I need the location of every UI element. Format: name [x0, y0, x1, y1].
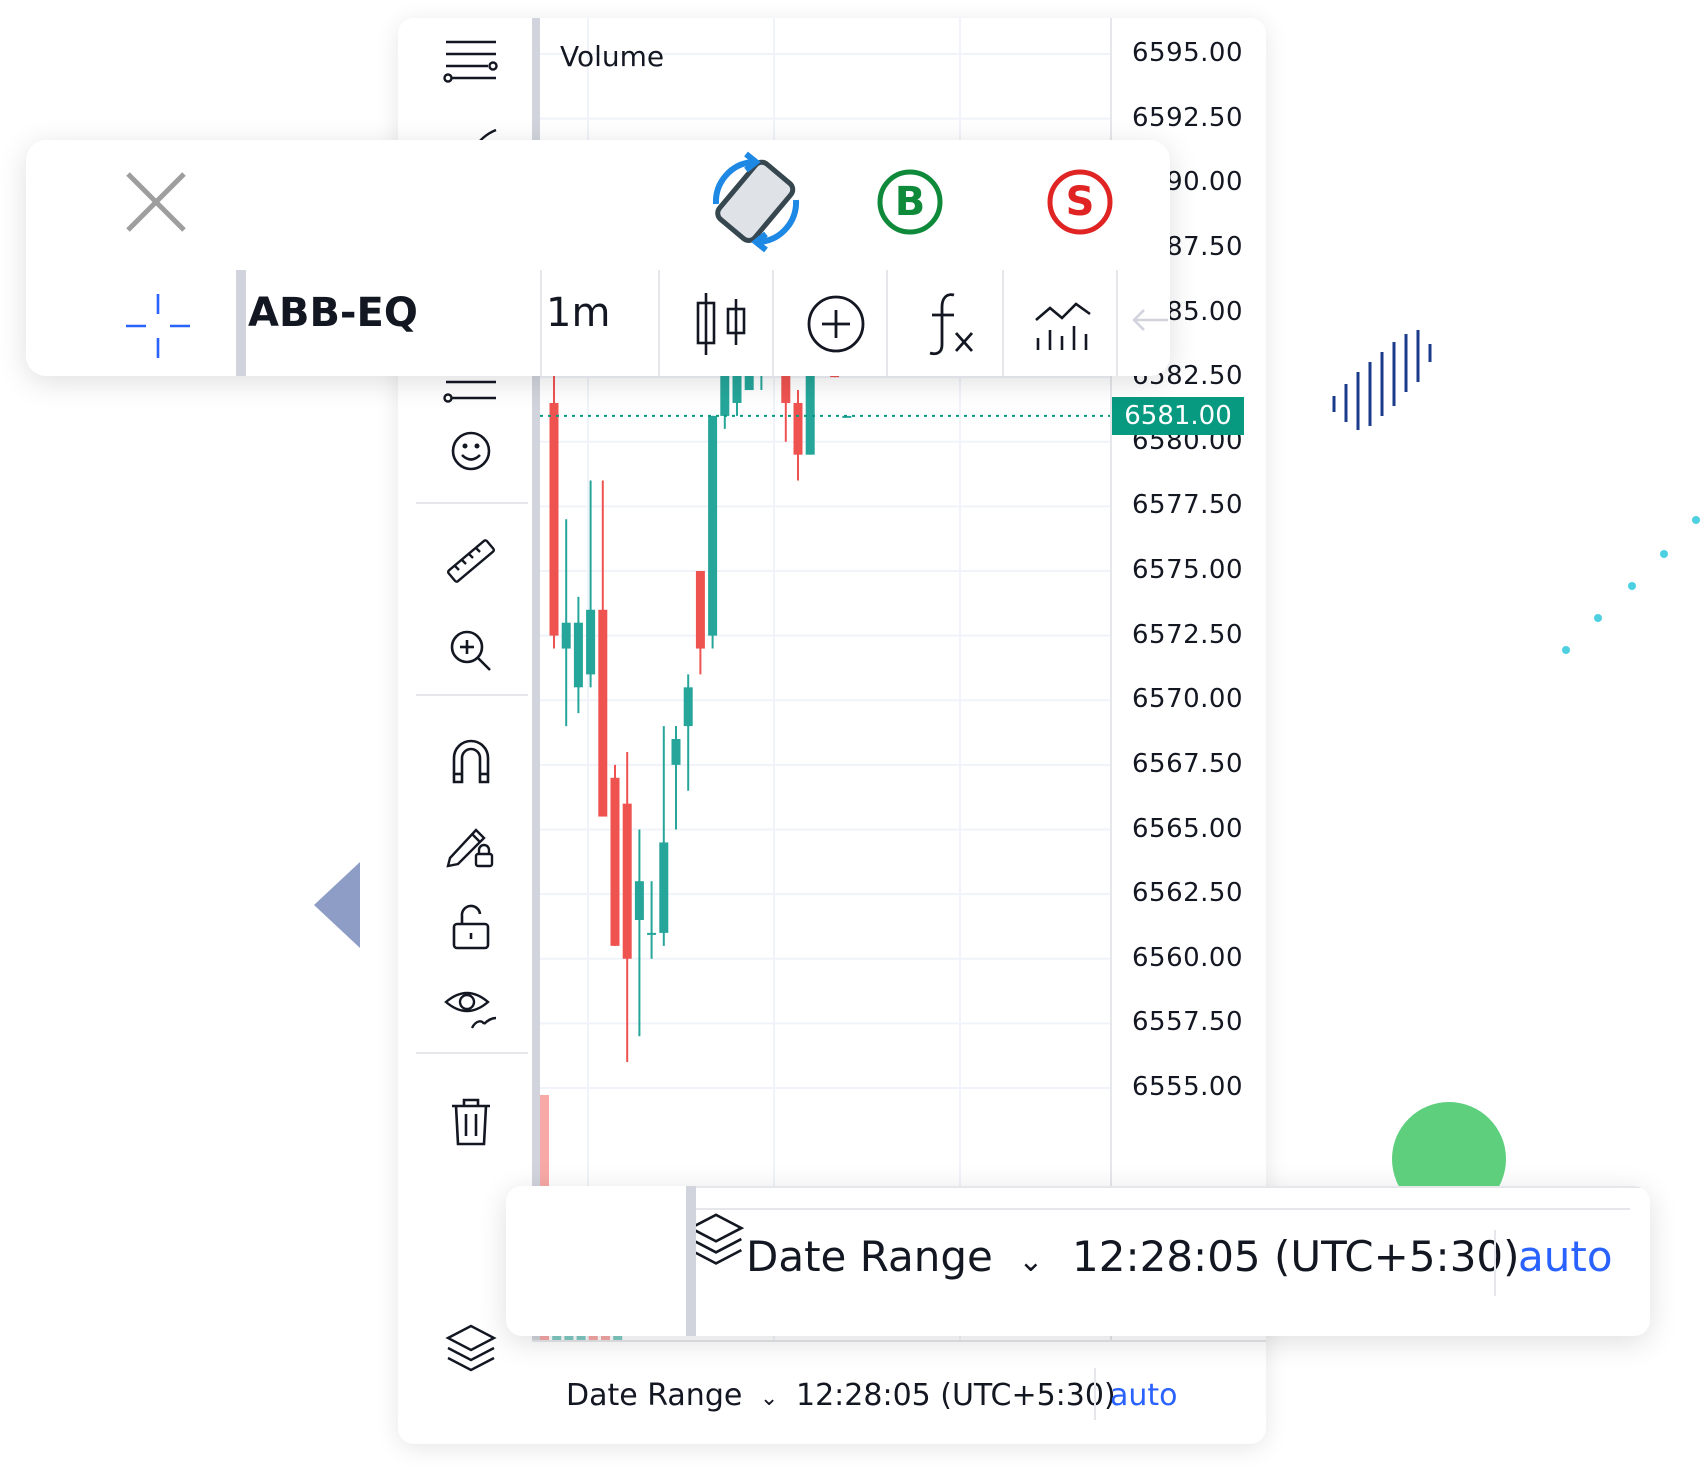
lines-tool-icon[interactable]	[438, 28, 504, 94]
candle-body	[647, 932, 657, 935]
ruler-icon[interactable]	[438, 528, 504, 594]
green-circle-decoration	[1392, 1102, 1506, 1186]
price-tick-label: 6562.50	[1132, 878, 1244, 909]
chevron-down-icon: ⌄	[759, 1386, 779, 1411]
bottom-bar-top-border	[686, 1208, 1630, 1210]
price-tick-label: 6572.50	[1132, 619, 1244, 650]
zoom-in-icon[interactable]	[438, 618, 504, 684]
clock-time: 12:28:05 (UTC+5:30)	[1072, 1232, 1520, 1281]
candle-body	[659, 842, 669, 933]
price-tick-label: 6565.00	[1132, 813, 1244, 844]
auto-scale-button[interactable]: auto	[1518, 1232, 1613, 1281]
lock-icon[interactable]	[438, 894, 504, 960]
stripe-decoration	[1332, 330, 1432, 430]
candle-body	[610, 777, 620, 946]
trash-icon[interactable]	[438, 1088, 504, 1154]
chart-templates-icon[interactable]	[1012, 282, 1116, 366]
candle-body	[793, 402, 803, 455]
floating-bottom-bar: Date Range ⌄ 12:28:05 (UTC+5:30) auto	[506, 1186, 1650, 1336]
candles-icon[interactable]	[670, 282, 774, 366]
chart-bottom-bar: Date Range ⌄ 12:28:05 (UTC+5:30) auto	[532, 1340, 1266, 1444]
candle-body	[561, 622, 571, 649]
price-tick-label: 6555.00	[1132, 1072, 1244, 1102]
date-range-label: Date Range	[746, 1232, 993, 1281]
date-range-label: Date Range	[566, 1378, 743, 1413]
candle-body	[549, 402, 559, 636]
bottom-bar-separator	[1094, 1368, 1096, 1420]
rotate-device-icon[interactable]	[700, 146, 812, 258]
price-tick-label: 6575.00	[1132, 555, 1244, 585]
symbol-button[interactable]: ABB-EQ	[248, 290, 418, 336]
emoji-icon[interactable]	[438, 418, 504, 484]
toolbar-divider	[686, 1186, 696, 1336]
auto-scale-button[interactable]: auto	[1110, 1378, 1178, 1413]
candle-body	[598, 609, 608, 817]
price-tick-label: 6577.50	[1132, 490, 1244, 521]
add-symbol-icon[interactable]	[784, 282, 888, 366]
sell-button[interactable]: S	[1040, 162, 1120, 242]
price-tick-label: 6567.50	[1132, 748, 1244, 779]
undo-icon[interactable]	[1130, 290, 1170, 350]
date-range-button[interactable]: Date Range ⌄	[746, 1232, 1043, 1281]
volume-label: Volume	[560, 40, 665, 73]
fx-icon[interactable]	[900, 282, 1004, 366]
candle-body	[708, 415, 718, 636]
candle-body	[573, 622, 583, 688]
crosshair-icon[interactable]	[116, 284, 200, 368]
price-tick-label: 6592.50	[1132, 102, 1244, 133]
candle-body	[671, 739, 681, 765]
magnet-icon[interactable]	[438, 728, 504, 794]
price-tick-label: 6570.00	[1132, 684, 1244, 715]
toolbar-divider	[236, 270, 246, 376]
chevron-down-icon: ⌄	[1018, 1244, 1044, 1279]
candle-body	[683, 687, 693, 727]
sell-label: S	[1065, 179, 1095, 225]
price-tick-label: 6595.00	[1132, 38, 1244, 68]
left-arrow-decoration	[314, 862, 360, 948]
bottom-bar-separator	[1494, 1230, 1496, 1296]
layers-icon[interactable]	[438, 1314, 504, 1380]
date-range-button[interactable]: Date Range ⌄	[566, 1378, 778, 1413]
interval-button[interactable]: 1m	[546, 290, 610, 336]
eye-icon[interactable]	[438, 974, 504, 1040]
price-tick-label: 6560.00	[1132, 942, 1244, 973]
current-price-tag: 6581.00	[1112, 396, 1244, 435]
candle-body	[695, 571, 705, 649]
candle-body	[586, 609, 596, 675]
candle-body	[622, 803, 632, 959]
floating-top-toolbar: B S ABB-EQ 1m	[26, 140, 1170, 376]
clock-time: 12:28:05 (UTC+5:30)	[796, 1378, 1116, 1413]
price-tick-label: 6557.50	[1132, 1007, 1244, 1038]
buy-button[interactable]: B	[870, 162, 950, 242]
buy-label: B	[894, 179, 926, 225]
candle-body	[634, 881, 644, 920]
dots-decoration	[1562, 516, 1700, 654]
draw-lock-icon[interactable]	[438, 812, 504, 878]
close-icon[interactable]	[116, 162, 196, 242]
